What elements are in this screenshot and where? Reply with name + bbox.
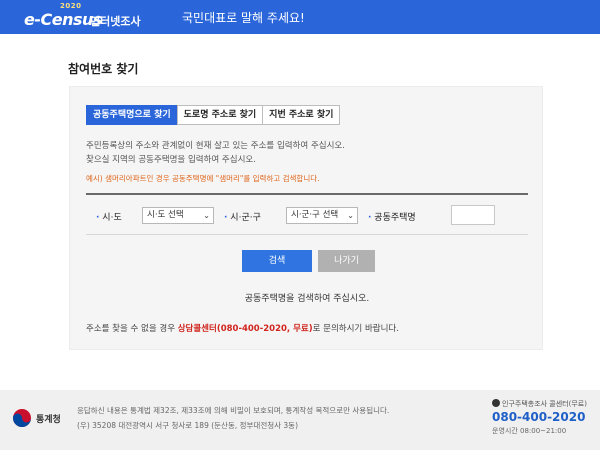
apartment-name-input[interactable] <box>451 205 495 225</box>
footer: 통계청 응답하신 내용은 통계법 제32조, 제33조에 의해 비밀이 보호되며… <box>0 390 600 450</box>
search-panel: 공동주택명으로 찾기 도로명 주소로 찾기 지번 주소로 찾기 주민등록상의 주… <box>69 86 543 350</box>
sido-label: · 시·도 <box>96 210 122 223</box>
tab-apartment-name[interactable]: 공동주택명으로 찾기 <box>86 105 178 125</box>
help-prefix: 주소를 찾을 수 없을 경우 <box>86 324 178 334</box>
result-message: 공동주택명을 검색하여 주십시오. <box>244 294 370 304</box>
bullet-icon: · <box>96 213 100 223</box>
search-form: · 시·도 시·도 선택 ⌄ · 시·군·구 시·군·구 선택 ⌄ · 공동주택… <box>86 193 528 235</box>
sigungu-label: · 시·군·구 <box>224 210 261 223</box>
tab-lot-address[interactable]: 지번 주소로 찾기 <box>262 105 341 125</box>
page-title: 참여번호 찾기 <box>68 62 139 76</box>
help-contact: 상담콜센터(080-400-2020, 무료) <box>177 324 313 334</box>
help-text: 주소를 찾을 수 없을 경우 상담콜센터(080-400-2020, 무료)로 … <box>86 322 399 334</box>
statistics-korea-logo: 통계청 <box>12 408 61 428</box>
callcenter-label: 인구주택총조사 콜센터(무료) <box>492 399 587 409</box>
logo-year: 2020 <box>60 2 82 10</box>
sido-label-text: 시·도 <box>102 213 122 223</box>
search-button[interactable]: 검색 <box>242 250 312 272</box>
footer-address: (우) 35208 대전광역시 서구 청사로 189 (둔산동, 정부대전청사 … <box>77 421 299 430</box>
instructions: 주민등록상의 주소와 관계없이 현재 살고 있는 주소를 입력하여 주십시오. … <box>86 139 345 167</box>
search-tabs: 공동주택명으로 찾기 도로명 주소로 찾기 지번 주소로 찾기 <box>86 105 341 125</box>
sido-select[interactable]: 시·도 선택 ⌄ <box>142 207 214 224</box>
chevron-down-icon: ⌄ <box>347 211 354 220</box>
callcenter-phone: 080-400-2020 <box>492 410 586 424</box>
org-name: 통계청 <box>36 414 61 425</box>
footer-notice: 응답하신 내용은 통계법 제32조, 제33조에 의해 비밀이 보호되며, 통계… <box>77 403 389 433</box>
header-slogan: 국민대표로 말해 주세요! <box>182 11 305 25</box>
sido-select-value: 시·도 선택 <box>147 210 184 220</box>
instruction-example: 예시) 샘머리아파트인 경우 공동주택명에 "샘머리"를 입력하고 검색합니다. <box>86 174 320 183</box>
taegeuk-icon <box>13 409 31 427</box>
privacy-notice: 응답하신 내용은 통계법 제32조, 제33조에 의해 비밀이 보호되며, 통계… <box>77 406 390 415</box>
callcenter-hours: 운영시간 08:00~21:00 <box>492 427 567 435</box>
top-header: 2020 e-Census 인터넷조사 국민대표로 말해 주세요! <box>0 0 600 34</box>
exit-button[interactable]: 나가기 <box>318 250 375 272</box>
instruction-line-2: 찾으실 지역의 공동주택명을 입력하여 주십시오. <box>86 155 256 165</box>
sigungu-label-text: 시·군·구 <box>230 213 261 223</box>
apartment-name-label: · 공동주택명 <box>368 210 416 223</box>
phone-icon <box>492 399 500 407</box>
callcenter-label-text: 인구주택총조사 콜센터(무료) <box>502 400 587 408</box>
logo-sub-text: 인터넷조사 <box>90 15 141 28</box>
chevron-down-icon: ⌄ <box>203 211 210 220</box>
bullet-icon: · <box>368 213 372 223</box>
instruction-line-1: 주민등록상의 주소와 관계없이 현재 살고 있는 주소를 입력하여 주십시오. <box>86 141 345 151</box>
apartment-name-label-text: 공동주택명 <box>374 213 416 223</box>
tab-road-address[interactable]: 도로명 주소로 찾기 <box>176 105 264 125</box>
sigungu-select[interactable]: 시·군·구 선택 ⌄ <box>286 207 358 224</box>
help-suffix: 로 문의하시기 바랍니다. <box>312 324 399 334</box>
bullet-icon: · <box>224 213 228 223</box>
sigungu-select-value: 시·군·구 선택 <box>291 210 339 220</box>
